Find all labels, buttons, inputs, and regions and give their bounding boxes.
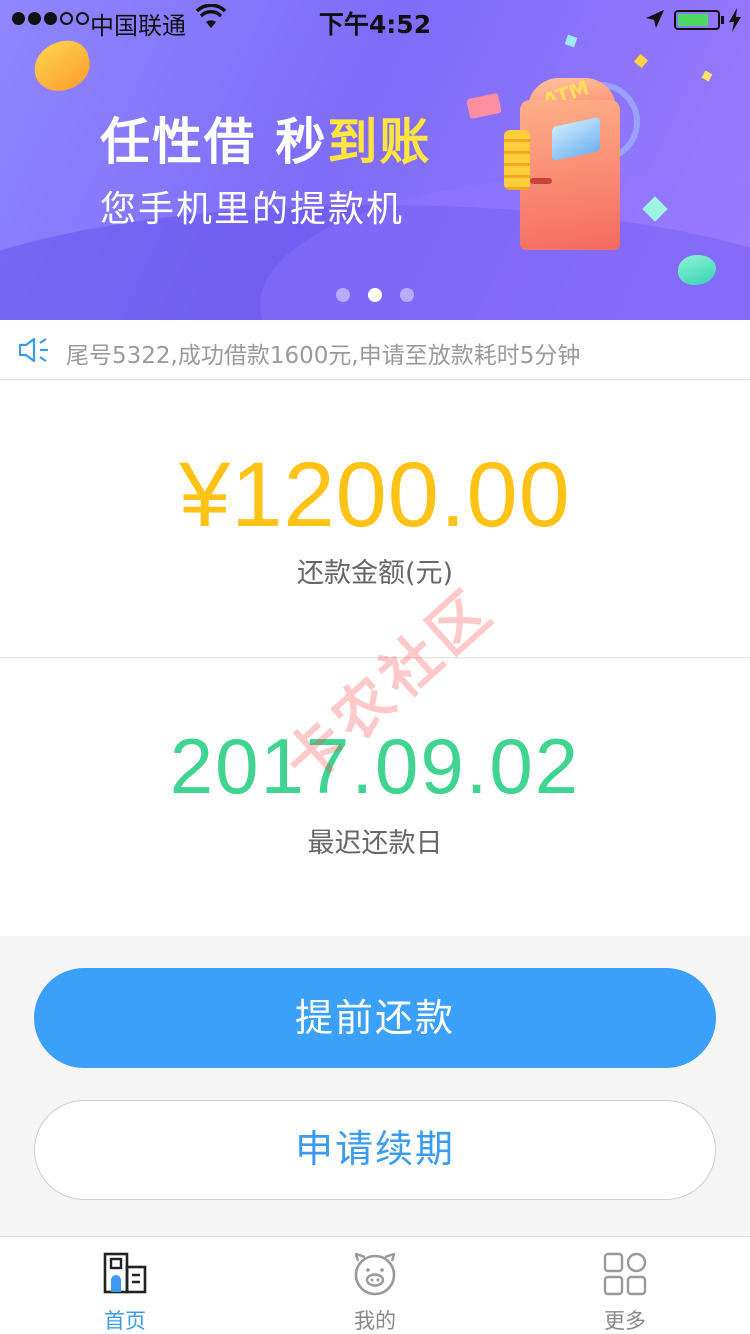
grid-icon — [603, 1252, 647, 1296]
decorative-blob-icon — [28, 35, 96, 97]
speaker-icon — [18, 337, 48, 363]
repayment-amount-label: 还款金额(元) — [296, 558, 454, 589]
atm-slot — [530, 178, 552, 184]
due-date: 2017.09.02 — [169, 722, 581, 810]
announcement-bar[interactable]: 尾号5322,成功借款1600元,申请至放款耗时5分钟 — [0, 320, 750, 380]
confetti-icon — [701, 70, 713, 82]
carousel-dot[interactable] — [400, 288, 414, 302]
tab-home[interactable]: 首页 — [0, 1237, 250, 1334]
status-bar: 中国联通 下午4:52 — [0, 0, 750, 40]
coin-stack-icon — [504, 130, 530, 190]
carousel-dot-active[interactable] — [368, 288, 382, 302]
home-building-icon — [103, 1252, 147, 1294]
location-arrow-icon — [646, 10, 664, 28]
promo-banner[interactable]: 任性借 秒到账 您手机里的提款机 ATM — [0, 0, 750, 320]
repayment-amount: ¥1200.00 — [179, 444, 571, 546]
carousel-dots — [0, 288, 750, 302]
tab-label-more: 更多 — [604, 1309, 646, 1333]
battery-icon — [674, 10, 720, 30]
tab-mine[interactable]: 我的 — [250, 1237, 500, 1334]
piggy-icon — [354, 1252, 396, 1296]
carousel-dot[interactable] — [336, 288, 350, 302]
tab-label-home: 首页 — [104, 1309, 146, 1333]
battery-tip — [721, 16, 724, 24]
bank-card-icon — [466, 92, 502, 120]
tab-more[interactable]: 更多 — [500, 1237, 750, 1334]
prepay-button[interactable]: 提前还款 — [34, 968, 716, 1068]
due-date-card: 2017.09.02 最迟还款日 — [0, 659, 750, 936]
extend-loan-button[interactable]: 申请续期 — [34, 1100, 716, 1200]
tab-bar: 首页 我的 更多 — [0, 1236, 750, 1334]
banner-subtitle: 您手机里的提款机 — [100, 189, 405, 230]
charging-bolt-icon — [729, 8, 741, 32]
announcement-text: 尾号5322,成功借款1600元,申请至放款耗时5分钟 — [66, 343, 581, 369]
clock: 下午4:52 — [318, 10, 432, 39]
tab-label-mine: 我的 — [354, 1309, 396, 1333]
atm-illustration-icon: ATM — [466, 60, 660, 260]
banner-title: 任性借 秒到账 — [100, 113, 432, 171]
due-date-label: 最迟还款日 — [307, 828, 443, 859]
repayment-amount-card: ¥1200.00 还款金额(元) — [0, 381, 750, 658]
